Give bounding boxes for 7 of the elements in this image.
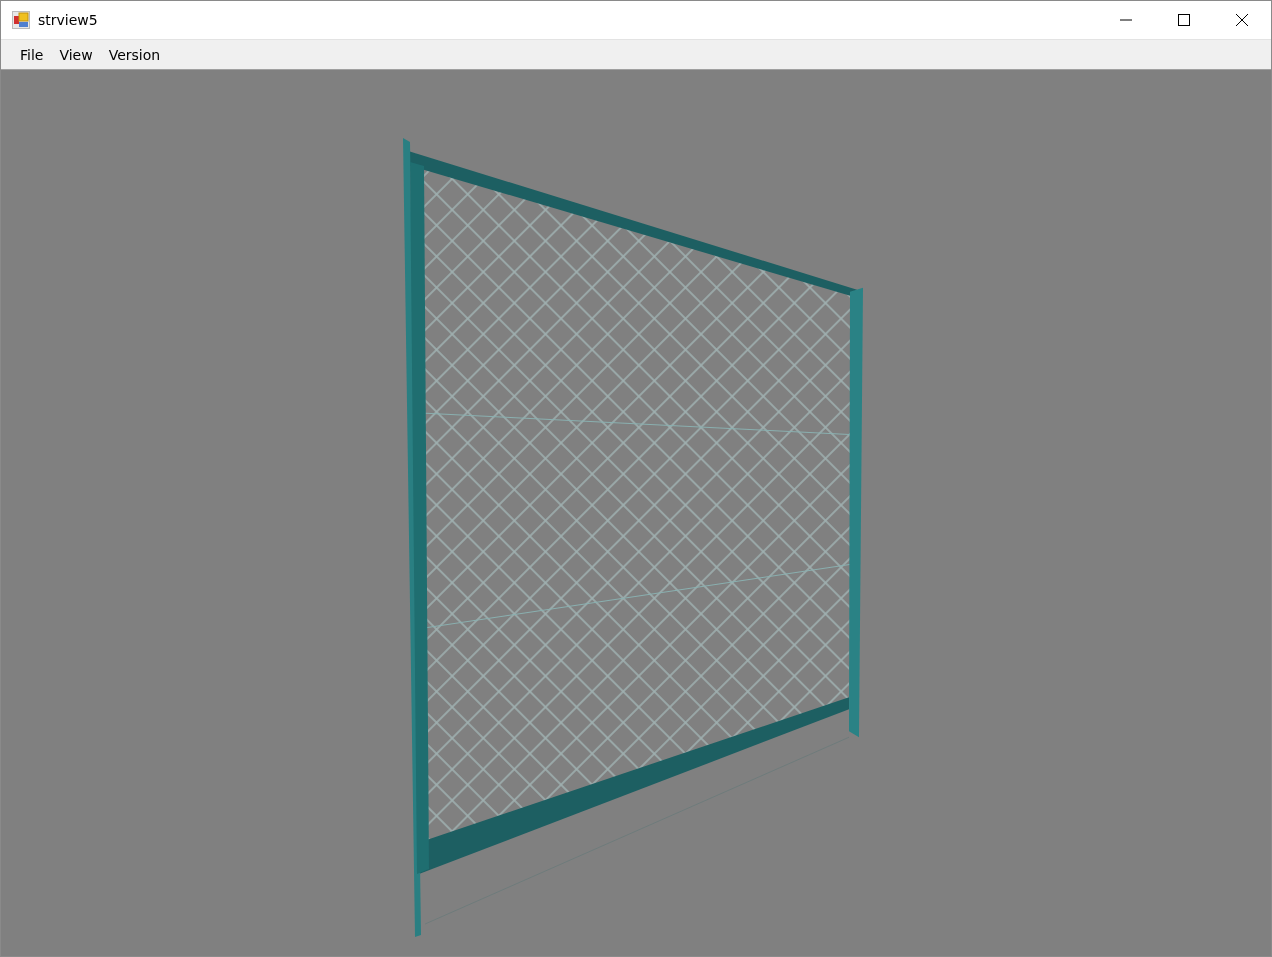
menu-item[interactable]: View bbox=[52, 44, 100, 65]
window-title: strview5 bbox=[38, 12, 98, 28]
menu-item[interactable]: File bbox=[13, 44, 51, 65]
menu-item[interactable]: Version bbox=[101, 44, 168, 65]
maximize-icon bbox=[1178, 14, 1190, 26]
close-icon bbox=[1236, 14, 1248, 26]
app-icon bbox=[12, 11, 30, 29]
